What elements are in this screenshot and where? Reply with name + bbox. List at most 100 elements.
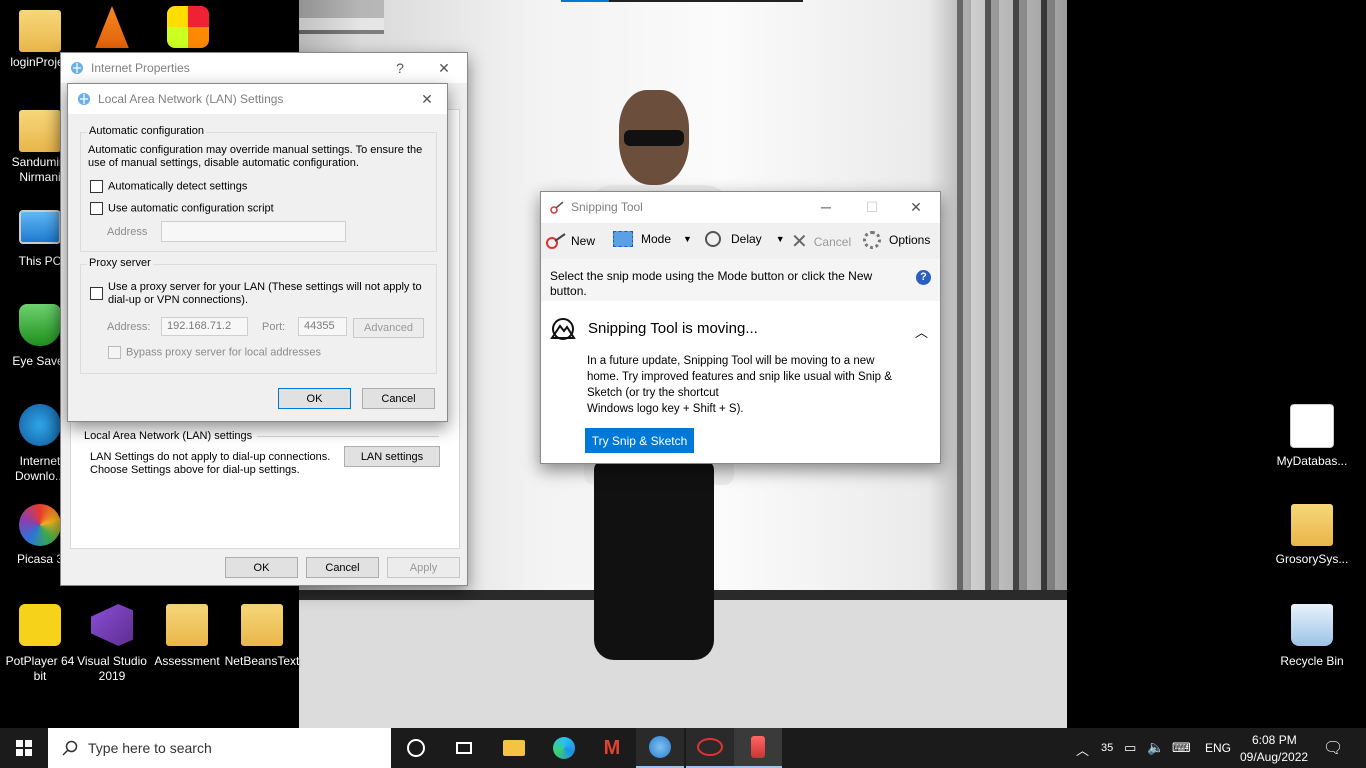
scissors-icon [550,201,564,214]
checkbox-box[interactable] [108,346,121,359]
ok-button[interactable]: OK [225,557,298,578]
bypass-proxy-checkbox[interactable]: Bypass proxy server for local addresses [108,346,321,359]
idm-icon [19,404,61,446]
chevron-up-icon[interactable]: ︿ [915,322,928,341]
clock-date[interactable]: 09/Aug/2022 [1240,750,1308,764]
auto-script-checkbox[interactable]: Use automatic configuration script [90,202,274,215]
temperature-text: 35 [1101,742,1114,754]
proxy-address-label: Address: [107,321,151,333]
chevron-up-icon[interactable]: ︿ [1076,740,1089,759]
vlc-icon [95,6,129,48]
taskbar-paint-app[interactable] [734,728,782,768]
edge-icon [553,737,575,759]
taskbar-internet-options[interactable] [636,728,684,768]
checkbox-box[interactable] [90,180,103,193]
delay-button[interactable]: Delay ▼ [705,231,785,247]
folder-user-icon [19,110,61,152]
internet-options-icon [649,736,671,758]
mode-button[interactable]: Mode ▼ [613,231,692,247]
folder-icon [1291,504,1333,546]
new-button[interactable]: New [545,231,595,251]
chevron-down-icon: ▼ [683,234,692,244]
use-proxy-checkbox[interactable]: Use a proxy server for your LAN (These s… [90,281,430,307]
language-indicator[interactable]: ENG [1205,741,1231,755]
moving-title: Snipping Tool is moving... [588,320,758,337]
snip-and-sketch-icon [550,318,576,340]
taskbar-snipping-tool[interactable] [686,728,734,768]
desktop-icon-visual-studio[interactable]: Visual Studio 2019 [72,604,152,684]
snipping-tool-window: Snipping Tool ─ ☐ ✕ New Mode ▼ Delay ▼ ✕… [540,191,941,464]
visual-studio-icon [91,604,133,646]
mode-label: Mode [641,232,672,246]
close-button[interactable]: ✕ [421,53,467,83]
window-title: Snipping Tool [571,200,643,214]
try-snip-sketch-button[interactable]: Try Snip & Sketch [585,428,694,453]
desktop-icon-potplayer[interactable]: PotPlayer 64 bit [0,604,80,684]
advanced-button[interactable]: Advanced [353,318,424,338]
top-bar-accent [561,0,609,2]
window-title: Internet Properties [91,61,190,75]
search-placeholder: Type here to search [88,740,212,756]
checkbox-box[interactable] [90,202,103,215]
desktop-icon-assessment[interactable]: Assessment [147,604,227,669]
desktop-icon-app[interactable] [148,6,228,51]
picasa-icon [19,504,61,546]
cortana-button[interactable] [392,728,440,768]
desktop-icon-grosorysys[interactable]: GrosorySys... [1272,504,1352,567]
close-button[interactable]: ✕ [409,84,445,114]
taskbar-search-box[interactable]: Type here to search [48,728,391,768]
help-icon[interactable]: ? [916,270,931,285]
desktop-icon-recycle-bin[interactable]: Recycle Bin [1272,604,1352,669]
script-address-field[interactable] [161,221,346,242]
ok-button[interactable]: OK [278,388,351,409]
desktop-icon-label: Visual Studio 2019 [77,654,147,683]
minimize-button[interactable]: ─ [803,192,849,222]
desktop-icon-label: PotPlayer 64 bit [5,654,75,683]
delay-label: Delay [731,232,762,246]
cancel-button[interactable]: Cancel [306,557,379,578]
moving-body: In a future update, Snipping Tool will b… [587,355,892,399]
cancel-button[interactable]: Cancel [362,388,435,409]
options-button[interactable]: Options [863,231,930,249]
eye-saver-icon [19,304,61,346]
port-field[interactable]: 44355 [298,317,347,336]
port-label: Port: [262,321,286,333]
app-icon [167,6,209,48]
checkbox-box[interactable] [90,287,103,300]
gear-icon [863,231,881,249]
task-view-button[interactable] [440,728,488,768]
computer-icon [19,210,61,244]
group-title: Proxy server [87,257,153,269]
start-button[interactable] [0,728,48,768]
taskbar-gmail[interactable]: M [588,728,636,768]
lan-info-text: LAN Settings do not apply to dial-up con… [90,451,331,476]
lan-dialog-titlebar: Local Area Network (LAN) Settings ✕ [68,84,447,114]
desktop-icon-mydatabase[interactable]: MyDatabas... [1272,404,1352,469]
address-label: Address [107,226,148,238]
notification-icon[interactable]: 🗨 [1323,738,1343,758]
potplayer-icon [19,604,61,646]
auto-detect-checkbox[interactable]: Automatically detect settings [90,180,247,193]
cancel-label: Cancel [813,234,852,249]
taskbar-file-explorer[interactable] [490,728,538,768]
help-button[interactable]: ? [377,53,423,83]
hint-text: Select the snip mode using the Mode butt… [550,269,873,298]
cancel-button[interactable]: ✕ Cancel [791,229,851,254]
apply-button[interactable]: Apply [387,557,460,578]
clock-time[interactable]: 6:08 PM [1252,733,1297,747]
keyboard-icon[interactable]: ⌨ [1172,740,1191,756]
lan-settings-button[interactable]: LAN settings [344,446,440,467]
windows-logo-icon [16,740,32,756]
hint-bar: Select the snip mode using the Mode butt… [541,259,940,301]
desktop-icon-netbeans[interactable]: NetBeansText [222,604,302,669]
desktop-icon-vlc[interactable] [72,6,152,51]
proxy-address-field[interactable]: 192.168.71.2 [161,317,248,336]
taskbar-edge[interactable] [540,728,588,768]
lan-section-title: Local Area Network (LAN) settings [84,430,253,442]
close-button[interactable]: ✕ [893,192,939,222]
volume-icon[interactable]: 🔈 [1147,739,1164,756]
maximize-button[interactable]: ☐ [849,192,895,222]
internet-properties-titlebar: Internet Properties ? ✕ [61,53,467,83]
file-explorer-icon [503,740,525,756]
battery-icon[interactable]: ▭ [1124,740,1136,756]
